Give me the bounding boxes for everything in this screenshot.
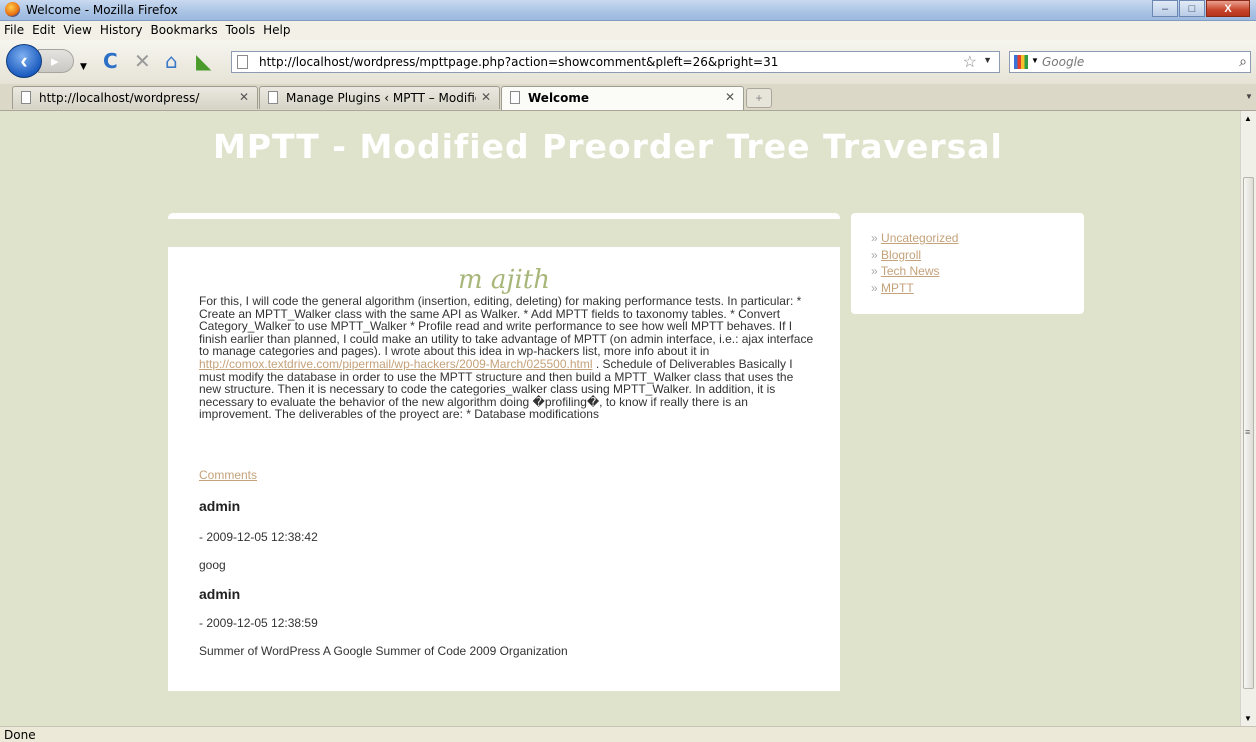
url-dropdown-icon[interactable]: ▼ xyxy=(983,55,992,65)
list-item: » MPTT xyxy=(871,280,958,297)
stop-icon[interactable]: ✕ xyxy=(134,50,151,72)
tab-manage-plugins[interactable]: Manage Plugins ‹ MPTT – Modified... ✕ xyxy=(259,86,500,109)
new-tab-button[interactable]: + xyxy=(746,88,772,108)
post-title: m ajith xyxy=(458,265,550,295)
tab-list-dropdown-icon[interactable]: ▼ xyxy=(1242,86,1256,108)
list-item: » Tech News xyxy=(871,263,958,280)
post-container: m ajith For this, I will code the genera… xyxy=(168,247,840,691)
menu-bar: File Edit View History Bookmarks Tools Help xyxy=(0,21,1256,40)
page-icon xyxy=(237,55,248,69)
comment-date: - 2009-12-05 12:38:59 xyxy=(199,616,318,630)
url-text[interactable]: http://localhost/wordpress/mpttpage.php?… xyxy=(259,55,778,69)
scroll-up-icon[interactable]: ▲ xyxy=(1244,114,1252,123)
plus-icon: + xyxy=(755,91,763,105)
comment-date: - 2009-12-05 12:38:42 xyxy=(199,530,318,544)
sidebar-link-mptt[interactable]: MPTT xyxy=(881,281,914,295)
address-bar[interactable]: http://localhost/wordpress/mpttpage.php?… xyxy=(231,51,1000,73)
list-item: » Uncategorized xyxy=(871,230,958,247)
sidebar-link-uncategorized[interactable]: Uncategorized xyxy=(881,231,958,245)
site-title: MPTT - Modified Preorder Tree Traversal xyxy=(213,127,1003,166)
menu-bookmarks[interactable]: Bookmarks xyxy=(147,21,222,37)
bullet: » xyxy=(871,280,878,295)
page-icon xyxy=(268,91,278,104)
comment-text: goog xyxy=(199,558,226,572)
comments-link[interactable]: Comments xyxy=(199,468,257,482)
post-text: For this, I will code the general algori… xyxy=(199,294,814,359)
grip-icon: ≡ xyxy=(1245,427,1251,437)
bullet: » xyxy=(871,247,878,262)
page-icon xyxy=(21,91,31,104)
close-window-button[interactable]: X xyxy=(1206,0,1250,17)
google-icon[interactable] xyxy=(1014,55,1028,69)
close-tab-icon[interactable]: ✕ xyxy=(725,90,735,104)
sidebar-link-tech-news[interactable]: Tech News xyxy=(881,264,940,278)
close-tab-icon[interactable]: ✕ xyxy=(481,90,491,104)
sidebar: » Uncategorized » Blogroll » Tech News »… xyxy=(851,213,1084,314)
menu-tools[interactable]: Tools xyxy=(222,21,260,37)
page-icon xyxy=(510,91,520,104)
status-text: Done xyxy=(4,728,36,742)
status-bar: Done xyxy=(0,726,1256,742)
menu-edit[interactable]: Edit xyxy=(28,21,59,37)
search-icon[interactable]: ⌕ xyxy=(1239,53,1247,70)
addon-icon[interactable]: ◣ xyxy=(196,50,211,72)
close-tab-icon[interactable]: ✕ xyxy=(239,90,249,104)
forward-arrow-icon: ▸ xyxy=(51,53,59,70)
tab-label: http://localhost/wordpress/ xyxy=(39,91,200,105)
menu-view[interactable]: View xyxy=(59,21,95,37)
search-input[interactable]: Google xyxy=(1042,55,1084,69)
menu-help[interactable]: Help xyxy=(259,21,294,37)
home-icon[interactable]: ⌂ xyxy=(165,50,178,72)
bullet: » xyxy=(871,264,878,279)
search-bar[interactable]: ▼ Google ⌕ xyxy=(1009,51,1251,73)
forward-button[interactable]: ▸ xyxy=(38,49,74,73)
vertical-scrollbar[interactable]: ▲ ≡ ▼ xyxy=(1240,111,1256,726)
firefox-icon xyxy=(5,2,20,17)
category-list: » Uncategorized » Blogroll » Tech News »… xyxy=(871,230,958,296)
window-title: Welcome - Mozilla Firefox xyxy=(26,3,178,17)
menu-history[interactable]: History xyxy=(96,21,147,37)
page-viewport: MPTT - Modified Preorder Tree Traversal … xyxy=(0,111,1240,726)
bullet: » xyxy=(871,231,878,245)
search-engine-dropdown-icon[interactable]: ▼ xyxy=(1031,56,1039,65)
reload-icon[interactable]: C xyxy=(103,50,118,72)
comment-author: admin xyxy=(199,586,241,602)
scroll-down-icon[interactable]: ▼ xyxy=(1244,714,1252,723)
post-body: For this, I will code the general algori… xyxy=(199,295,815,421)
navigation-toolbar: ▸ ‹ ▼ C ✕ ⌂ ◣ http://localhost/wordpress… xyxy=(0,40,1256,85)
back-arrow-icon: ‹ xyxy=(20,48,28,73)
back-button[interactable]: ‹ xyxy=(6,44,42,78)
window-controls: – □ X xyxy=(1151,0,1250,18)
window-titlebar: Welcome - Mozilla Firefox – □ X xyxy=(0,0,1256,21)
bookmark-star-icon[interactable]: ☆ xyxy=(963,52,977,72)
content-top-strip xyxy=(168,213,840,219)
history-dropdown-icon[interactable]: ▼ xyxy=(80,56,87,78)
list-item: » Blogroll xyxy=(871,247,958,264)
tab-localhost-wordpress[interactable]: http://localhost/wordpress/ ✕ xyxy=(12,86,258,109)
tab-bar: http://localhost/wordpress/ ✕ Manage Plu… xyxy=(0,84,1256,111)
comment-author: admin xyxy=(199,498,241,514)
maximize-button[interactable]: □ xyxy=(1179,0,1205,17)
tab-label: Manage Plugins ‹ MPTT – Modified... xyxy=(286,91,476,105)
tab-label: Welcome xyxy=(528,91,590,105)
minimize-button[interactable]: – xyxy=(1152,0,1178,17)
tab-welcome[interactable]: Welcome ✕ xyxy=(501,86,744,110)
menu-file[interactable]: File xyxy=(0,21,28,37)
sidebar-link-blogroll[interactable]: Blogroll xyxy=(881,248,921,262)
comment-text: Summer of WordPress A Google Summer of C… xyxy=(199,644,568,658)
